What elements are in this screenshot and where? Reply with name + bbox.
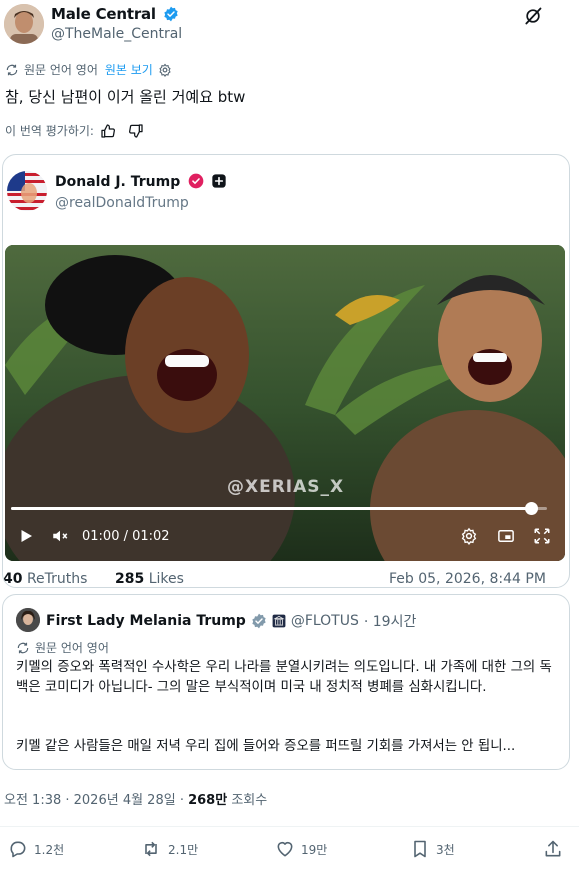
trump-name: Donald J. Trump [55, 173, 227, 190]
verified-badge-icon [163, 6, 179, 22]
rate-translation-label: 이 번역 평가하기: [5, 124, 94, 138]
action-bar: 1.2천 2.1만 19만 3천 [0, 826, 579, 870]
like-button[interactable]: 19만 [275, 839, 327, 859]
trump-handle: @realDonaldTrump [55, 195, 189, 211]
share-icon [543, 839, 563, 859]
video-progress-bar[interactable] [11, 502, 547, 515]
post-timestamp[interactable]: 오전 1:38 · 2026년 4월 28일 · [4, 793, 188, 808]
translate-icon [16, 641, 30, 655]
repost-count: 2.1만 [168, 842, 199, 857]
mute-icon[interactable] [51, 527, 69, 545]
verified-badge-icon [188, 173, 204, 189]
tweet-text: 참, 당신 남편이 이거 올린 거예요 btw [5, 88, 246, 106]
settings-icon[interactable] [158, 63, 172, 77]
quoted-author-line: First Lady Melania Trump @FLOTUS · 19시간 [46, 611, 416, 631]
quoted-translation-row: 원문 언어 영어 [16, 639, 109, 656]
thumbs-up-icon[interactable] [100, 123, 116, 139]
author-avatar[interactable] [4, 4, 44, 44]
fullscreen-icon[interactable] [533, 527, 551, 545]
reply-count: 1.2천 [34, 842, 65, 857]
like-icon [275, 839, 295, 859]
captions-icon[interactable] [497, 527, 515, 545]
view-count: 268만 [188, 793, 228, 808]
government-affiliation-icon [272, 614, 286, 628]
translation-row: 원문 언어 영어 원본 보기 [5, 61, 172, 78]
view-label: 조회수 [227, 793, 268, 808]
retruths-value: 40 [3, 571, 23, 587]
melania-avatar [16, 608, 40, 632]
original-language-label: 원문 언어 영어 [24, 63, 98, 77]
video-frame-image [5, 245, 565, 561]
quoted-post-card[interactable]: First Lady Melania Trump @FLOTUS · 19시간 … [2, 594, 570, 770]
trump-name-text: Donald J. Trump [55, 174, 181, 190]
follow-plus-icon [211, 173, 227, 189]
retruths-label: ReTruths [26, 571, 88, 587]
quoted-author-handle: @FLOTUS [290, 613, 359, 629]
likes-label: Likes [148, 571, 184, 587]
trump-avatar [7, 171, 47, 211]
gray-badge-icon [251, 613, 267, 629]
reply-icon [8, 839, 28, 859]
quoted-original-language: 원문 언어 영어 [35, 641, 109, 655]
likes-count: 285 Likes [115, 571, 184, 587]
author-handle[interactable]: @TheMale_Central [51, 26, 182, 42]
bookmark-icon [410, 839, 430, 859]
repost-button[interactable]: 2.1만 [140, 839, 198, 859]
bookmark-count: 3천 [436, 842, 455, 857]
post-timestamp-row: 오전 1:38 · 2026년 4월 28일 · 268만 조회수 [4, 789, 267, 808]
rate-translation-row: 이 번역 평가하기: [5, 122, 144, 139]
video-player[interactable]: @XERIAS_X 01:00 / 01:02 [5, 245, 565, 561]
gear-icon[interactable] [460, 527, 478, 545]
quoted-truth-card[interactable]: Donald J. Trump @realDonaldTrump @XERIAS… [2, 154, 570, 588]
quoted-paragraph-1: 키멜의 증오와 폭력적인 수사학은 우리 나라를 분열시키려는 의도입니다. 내… [16, 660, 552, 695]
share-button[interactable] [543, 839, 563, 859]
grok-icon[interactable] [523, 6, 543, 26]
thumbs-down-icon[interactable] [128, 123, 144, 139]
author-name[interactable]: Male Central [51, 5, 179, 23]
video-progress-fill [11, 507, 531, 510]
retruths-count: 40 ReTruths [3, 571, 87, 587]
video-watermark: @XERIAS_X [227, 477, 345, 497]
quoted-author-name: First Lady Melania Trump [46, 613, 246, 629]
quoted-time: · 19시간 [363, 614, 417, 630]
repost-icon [140, 839, 162, 859]
play-icon[interactable] [17, 527, 35, 545]
show-original-link[interactable]: 원본 보기 [105, 61, 153, 78]
quoted-paragraph-2: 키멜 같은 사람들은 매일 저녁 우리 집에 들어와 증오를 퍼뜨릴 기회를 가… [16, 739, 516, 754]
video-progress-handle[interactable] [524, 502, 538, 515]
likes-value: 285 [115, 571, 145, 587]
like-count: 19만 [301, 842, 328, 857]
bookmark-button[interactable]: 3천 [410, 839, 455, 859]
video-time: 01:00 / 01:02 [82, 529, 170, 544]
truth-date: Feb 05, 2026, 8:44 PM [389, 571, 546, 587]
translate-icon [5, 63, 19, 77]
reply-button[interactable]: 1.2천 [8, 839, 64, 859]
author-name-text: Male Central [51, 5, 156, 23]
